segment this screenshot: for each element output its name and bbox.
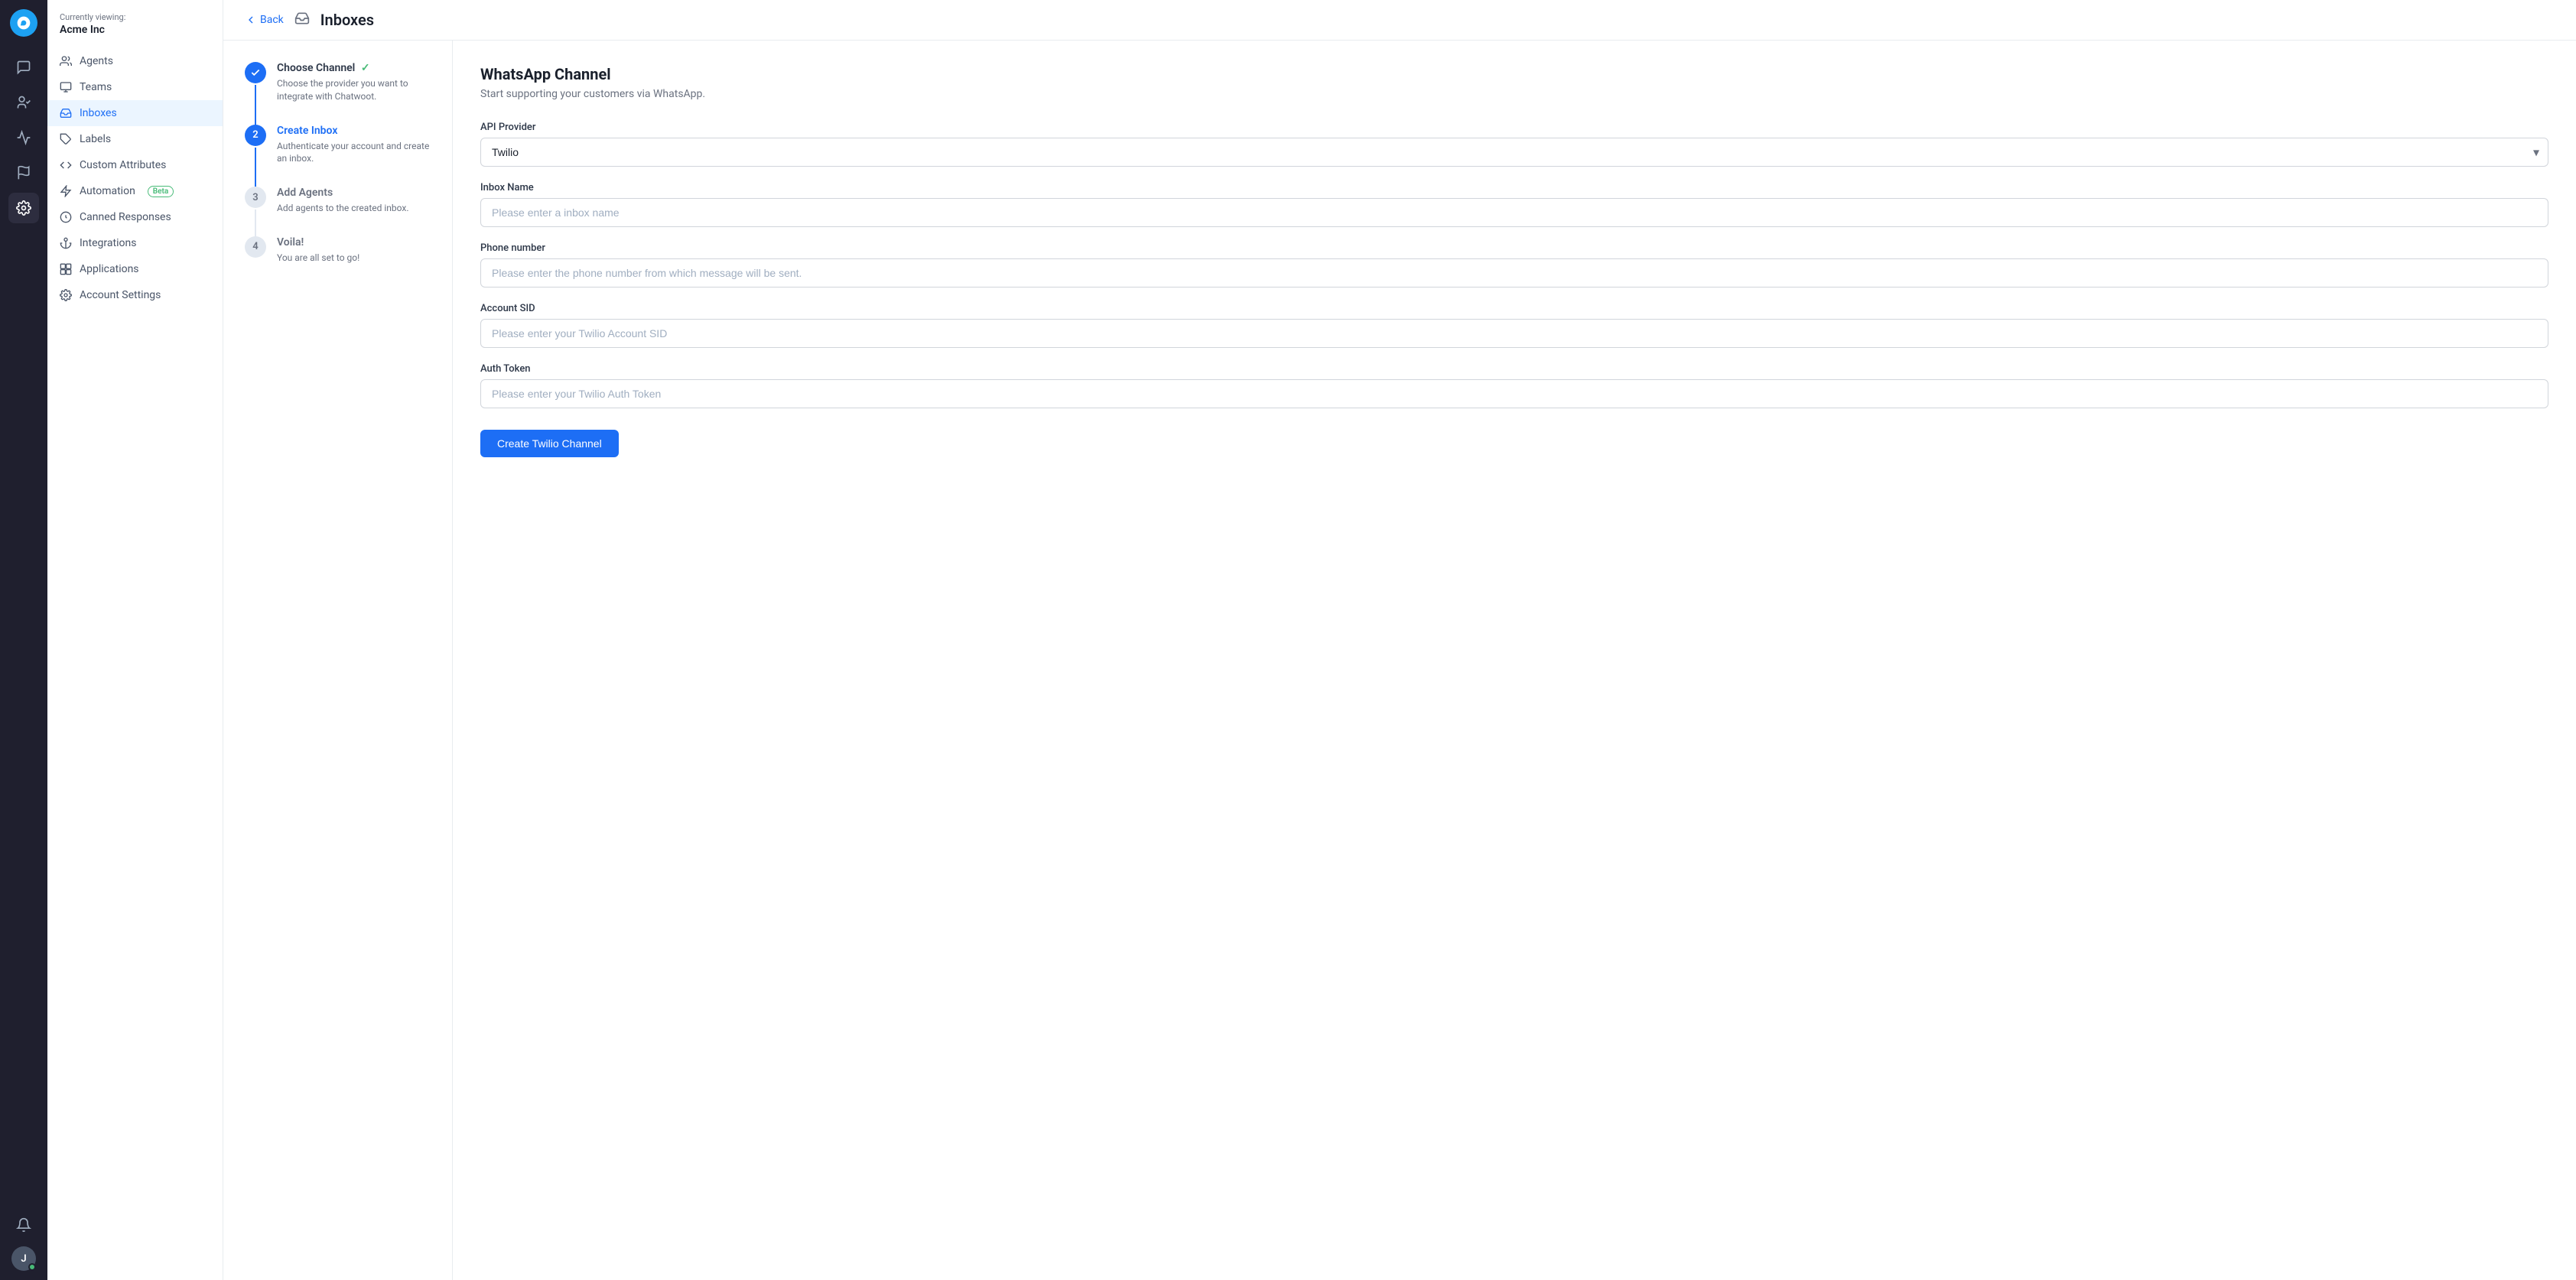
sidebar-integrations-label: Integrations <box>80 237 136 249</box>
sidebar-canned-responses-label: Canned Responses <box>80 211 171 223</box>
step-2-title: Create Inbox <box>277 125 431 137</box>
sidebar-inboxes-label: Inboxes <box>80 107 117 119</box>
sidebar-item-canned-responses[interactable]: Canned Responses <box>47 204 223 230</box>
sidebar-applications-label: Applications <box>80 263 139 275</box>
step-2-content: Create Inbox Authenticate your account a… <box>277 125 431 166</box>
step-1-check-icon <box>250 67 261 78</box>
sidebar-item-teams[interactable]: Teams <box>47 74 223 100</box>
sidebar-agents-label: Agents <box>80 55 113 67</box>
sidebar-item-applications[interactable]: Applications <box>47 256 223 282</box>
step-1-content: Choose Channel ✓ Choose the provider you… <box>277 62 431 103</box>
account-settings-icon <box>60 289 72 301</box>
auth-token-group: Auth Token <box>480 363 2548 408</box>
step-1-checkmark: ✓ <box>361 62 370 74</box>
org-name: Acme Inc <box>47 24 223 48</box>
automation-beta-badge: Beta <box>148 186 174 197</box>
sidebar-account-settings-label: Account Settings <box>80 289 161 301</box>
notifications-nav-icon[interactable] <box>8 1210 39 1240</box>
phone-number-label: Phone number <box>480 242 2548 254</box>
sidebar-item-inboxes[interactable]: Inboxes <box>47 100 223 126</box>
step-3-description: Add agents to the created inbox. <box>277 202 408 215</box>
reports-nav-icon[interactable] <box>8 122 39 153</box>
step-3-content: Add Agents Add agents to the created inb… <box>277 187 408 215</box>
step-3-title: Add Agents <box>277 187 408 199</box>
api-provider-group: API Provider Twilio 360dialog ▾ <box>480 122 2548 167</box>
back-label: Back <box>260 14 284 26</box>
applications-icon <box>60 263 72 275</box>
settings-sidebar: Currently viewing: Acme Inc Agents Teams… <box>47 0 223 1280</box>
step-1-description: Choose the provider you want to integrat… <box>277 77 431 103</box>
inbox-name-group: Inbox Name <box>480 182 2548 227</box>
step-1-title: Choose Channel ✓ <box>277 62 431 74</box>
teams-icon <box>60 81 72 93</box>
account-sid-group: Account SID <box>480 303 2548 348</box>
sidebar-item-account-settings[interactable]: Account Settings <box>47 282 223 308</box>
inboxes-icon <box>60 107 72 119</box>
form-panel: WhatsApp Channel Start supporting your c… <box>453 41 2576 1280</box>
auth-token-label: Auth Token <box>480 363 2548 375</box>
sidebar-item-automation[interactable]: Automation Beta <box>47 178 223 204</box>
labels-icon <box>60 133 72 145</box>
step-1-number <box>245 62 266 83</box>
api-provider-select-wrapper: Twilio 360dialog ▾ <box>480 138 2548 167</box>
conversations-nav-icon[interactable] <box>8 52 39 83</box>
inbox-name-input[interactable] <box>480 198 2548 227</box>
automation-icon <box>60 185 72 197</box>
sidebar-labels-label: Labels <box>80 133 111 145</box>
back-arrow-icon <box>245 14 257 26</box>
step-4-content: Voila! You are all set to go! <box>277 236 359 265</box>
icon-sidebar: J <box>0 0 47 1280</box>
custom-attributes-icon <box>60 159 72 171</box>
api-provider-select[interactable]: Twilio 360dialog <box>480 138 2548 167</box>
step-voila: 4 Voila! You are all set to go! <box>245 236 431 265</box>
main-content: Back Inboxes Choose Channel ✓ Choose the… <box>223 0 2576 1280</box>
phone-number-input[interactable] <box>480 258 2548 288</box>
content-area: Choose Channel ✓ Choose the provider you… <box>223 41 2576 1280</box>
integrations-icon <box>60 237 72 249</box>
form-heading: WhatsApp Channel <box>480 65 2548 83</box>
sidebar-item-custom-attributes[interactable]: Custom Attributes <box>47 152 223 178</box>
auth-token-input[interactable] <box>480 379 2548 408</box>
step-create-inbox: 2 Create Inbox Authenticate your account… <box>245 125 431 166</box>
api-provider-label: API Provider <box>480 122 2548 133</box>
sidebar-item-labels[interactable]: Labels <box>47 126 223 152</box>
avatar[interactable]: J <box>11 1246 36 1271</box>
steps-panel: Choose Channel ✓ Choose the provider you… <box>223 41 453 1280</box>
sidebar-item-integrations[interactable]: Integrations <box>47 230 223 256</box>
sidebar-custom-attributes-label: Custom Attributes <box>80 159 166 171</box>
contacts-nav-icon[interactable] <box>8 87 39 118</box>
sidebar-teams-label: Teams <box>80 81 112 93</box>
settings-nav-icon[interactable] <box>8 193 39 223</box>
org-label: Currently viewing: <box>47 12 223 24</box>
step-2-description: Authenticate your account and create an … <box>277 140 431 166</box>
step-2-number: 2 <box>245 125 266 146</box>
page-title: Inboxes <box>320 11 374 29</box>
sidebar-automation-label: Automation <box>80 185 135 197</box>
step-choose-channel: Choose Channel ✓ Choose the provider you… <box>245 62 431 103</box>
inbox-name-label: Inbox Name <box>480 182 2548 193</box>
app-logo[interactable] <box>10 9 37 37</box>
page-header: Back Inboxes <box>223 0 2576 41</box>
sidebar-item-agents[interactable]: Agents <box>47 48 223 74</box>
account-sid-input[interactable] <box>480 319 2548 348</box>
canned-responses-icon <box>60 211 72 223</box>
step-4-description: You are all set to go! <box>277 252 359 265</box>
step-add-agents: 3 Add Agents Add agents to the created i… <box>245 187 431 215</box>
agents-icon <box>60 55 72 67</box>
step-3-number: 3 <box>245 187 266 208</box>
inbox-header-icon <box>294 11 310 29</box>
phone-number-group: Phone number <box>480 242 2548 288</box>
create-twilio-channel-button[interactable]: Create Twilio Channel <box>480 430 619 457</box>
back-button[interactable]: Back <box>245 14 284 26</box>
online-status-dot <box>28 1263 36 1271</box>
step-4-title: Voila! <box>277 236 359 249</box>
campaigns-nav-icon[interactable] <box>8 158 39 188</box>
form-subheading: Start supporting your customers via What… <box>480 88 2548 100</box>
step-4-number: 4 <box>245 236 266 258</box>
account-sid-label: Account SID <box>480 303 2548 314</box>
